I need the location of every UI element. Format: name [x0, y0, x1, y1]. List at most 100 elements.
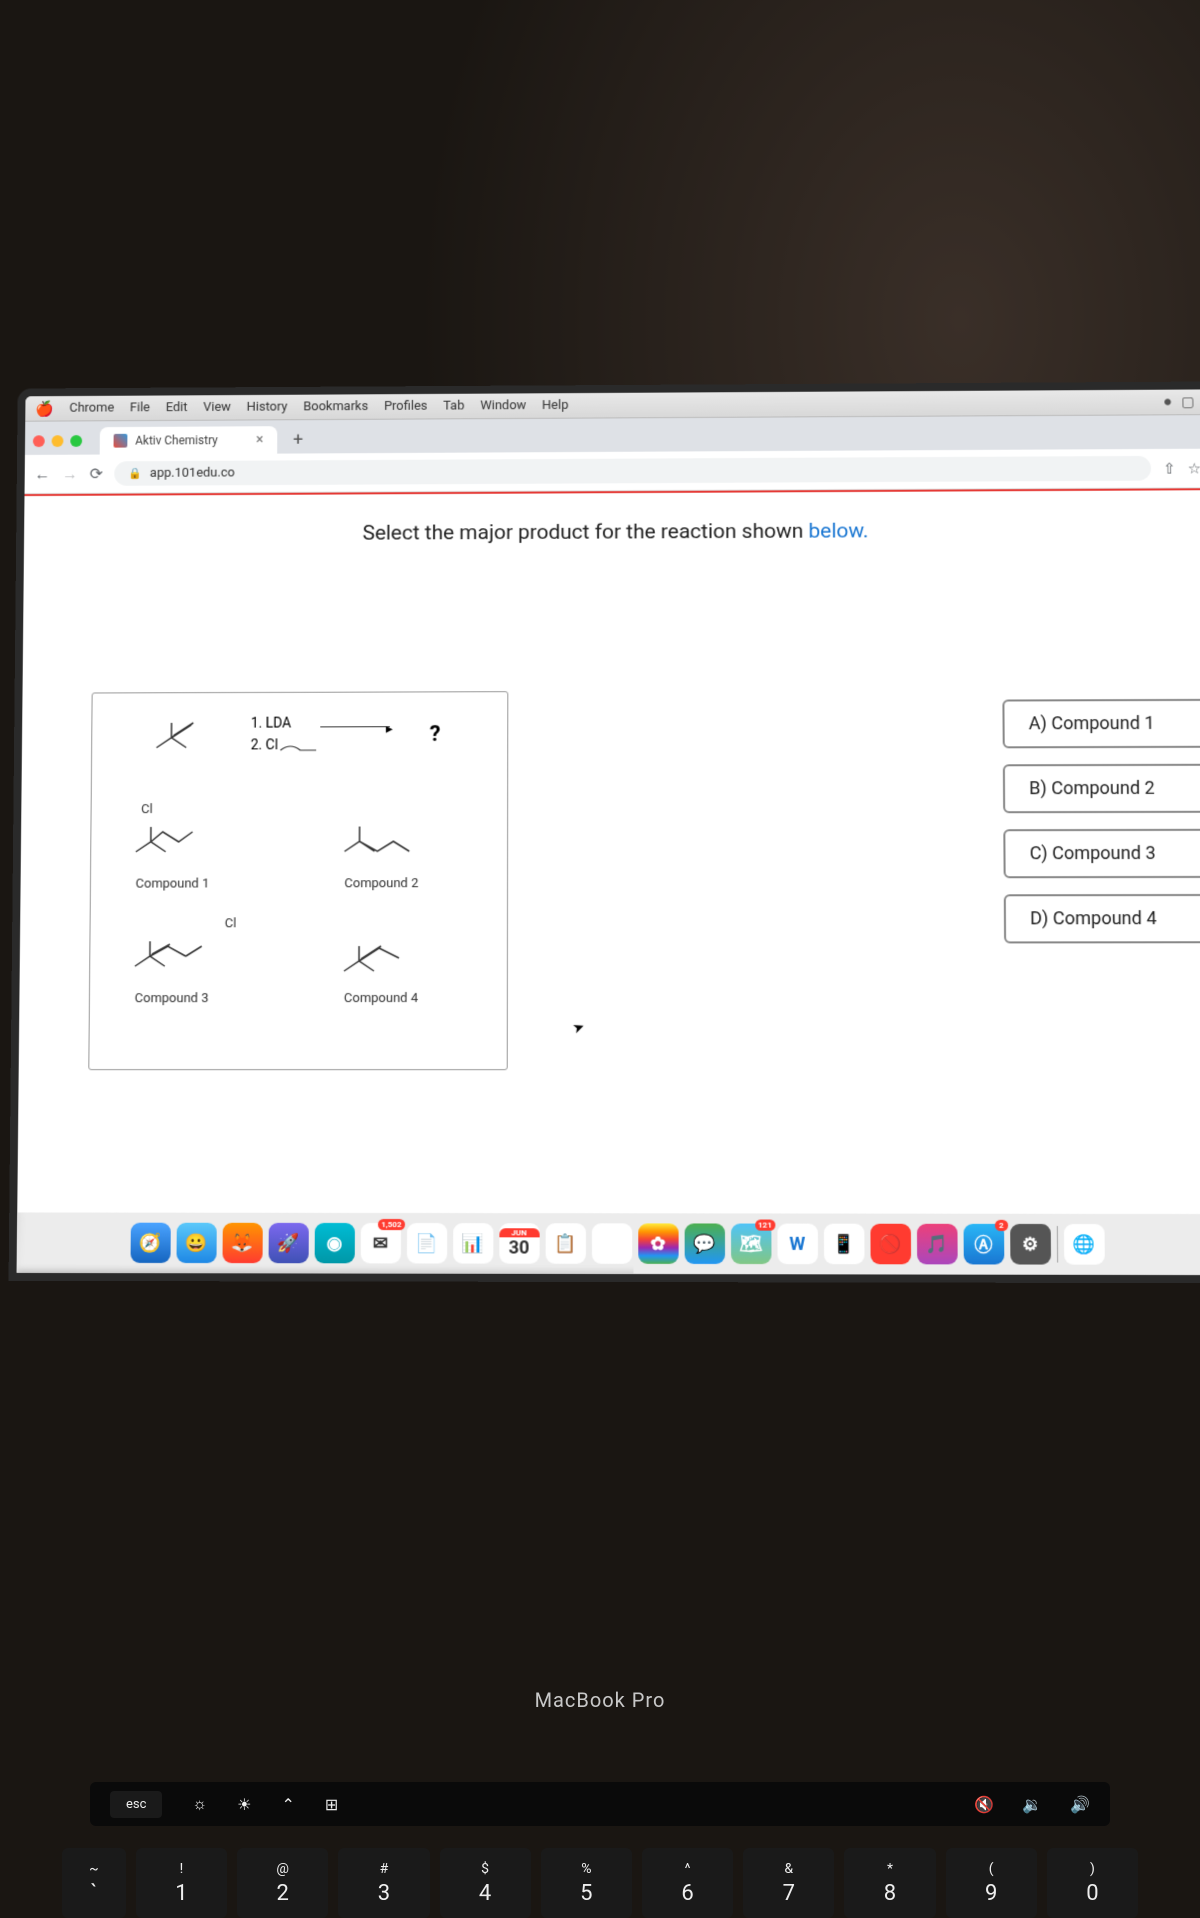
key-6[interactable]: ^6	[642, 1848, 733, 1918]
touch-bar[interactable]: esc ☼ ☀ ⌃ ⊞ 🔇 🔉 🔊	[90, 1782, 1110, 1826]
brightness-down-icon[interactable]: ☼	[192, 1794, 207, 1814]
compound-4-label: Compound 4	[344, 991, 418, 1006]
reagent-list: 1. LDA 2. Cl	[251, 712, 450, 757]
menu-chrome[interactable]: Chrome	[69, 401, 114, 416]
answer-a-button[interactable]: A) Compound 1	[1002, 699, 1200, 749]
screen: 🍎 Chrome File Edit View History Bookmark…	[17, 389, 1200, 1275]
dock-numbers-icon[interactable]: 📊	[453, 1223, 493, 1263]
dock-reminders-icon[interactable]: 📋	[545, 1223, 585, 1263]
screen-record-icon[interactable]: ⏺	[1164, 394, 1171, 410]
compound-3-label: Compound 3	[135, 991, 209, 1006]
dock-photos-icon[interactable]: ✿	[638, 1223, 678, 1264]
laptop: 🍎 Chrome File Edit View History Bookmark…	[0, 380, 1200, 1600]
dock-settings-icon[interactable]: ⚙	[1010, 1224, 1051, 1265]
compound-1-label: Compound 1	[136, 877, 210, 892]
dock-word-icon[interactable]: W	[777, 1224, 818, 1265]
back-button[interactable]: ←	[34, 464, 50, 484]
reaction-arrow-head: ▸	[386, 721, 393, 737]
menu-edit[interactable]: Edit	[166, 400, 188, 415]
macbook-pro-label: MacBook Pro	[0, 1688, 1200, 1712]
dock-siri-icon[interactable]: ◉	[314, 1223, 354, 1263]
product-placeholder: ?	[430, 722, 441, 747]
mouse-cursor-icon: ➤	[571, 1018, 588, 1037]
answer-c-button[interactable]: C) Compound 3	[1003, 829, 1200, 878]
question-link[interactable]: below.	[808, 520, 868, 544]
macos-dock[interactable]: 🧭 😀 🦊 🚀 ◉ ✉1,502 📄 📊 JUN30 📋 🖼 ✿ 💬 🗺121 …	[17, 1212, 1200, 1275]
key-3[interactable]: #3	[338, 1848, 429, 1918]
key-5[interactable]: %5	[541, 1848, 632, 1918]
browser-tab[interactable]: Aktiv Chemistry ×	[100, 426, 278, 454]
dock-safari-icon[interactable]: 🧭	[130, 1223, 170, 1263]
calendar-month: JUN	[499, 1228, 539, 1237]
menu-view[interactable]: View	[203, 400, 231, 415]
key-`[interactable]: ~`	[62, 1848, 126, 1918]
mission-control-icon[interactable]: ⌃	[281, 1795, 294, 1814]
window-controls[interactable]	[33, 435, 82, 447]
dock-chrome-icon[interactable]: 🌐	[1063, 1224, 1104, 1265]
key-8[interactable]: *8	[844, 1848, 935, 1918]
dock-maps-icon[interactable]: 🗺121	[731, 1224, 771, 1265]
close-window-icon[interactable]	[33, 435, 45, 447]
reaction-panel: 1. LDA 2. Cl ▸ ? Cl Compound 1 Compound …	[88, 691, 508, 1070]
number-row: ~`!1@2#3$4%5^6&7*8(9)0	[48, 1848, 1152, 1918]
key-9[interactable]: (9	[946, 1848, 1037, 1918]
dock-mail-icon[interactable]: ✉1,502	[360, 1223, 400, 1263]
lock-icon: 🔒	[128, 467, 142, 480]
minimize-window-icon[interactable]	[52, 435, 64, 447]
dock-1-icon[interactable]: 📱	[823, 1224, 864, 1265]
answer-choices: A) Compound 1 B) Compound 2 C) Compound …	[1002, 699, 1200, 944]
dock-textedit-icon[interactable]: 📄	[406, 1223, 446, 1263]
dock-messages-icon[interactable]: 💬	[684, 1223, 724, 1264]
dock-launchpad-icon[interactable]: 🚀	[268, 1223, 308, 1263]
menu-bookmarks[interactable]: Bookmarks	[303, 399, 368, 414]
cl-label-2: Cl	[225, 916, 237, 931]
menu-window[interactable]: Window	[480, 398, 526, 413]
key-4[interactable]: $4	[440, 1848, 531, 1918]
volume-down-icon[interactable]: 🔉	[1022, 1795, 1042, 1814]
dock-music-icon[interactable]: 🎵	[916, 1224, 957, 1265]
reagent-step1: 1. LDA	[251, 712, 450, 735]
touchbar-esc[interactable]: esc	[110, 1791, 162, 1818]
dock-preview-icon[interactable]: 🖼	[591, 1223, 631, 1264]
volume-up-icon[interactable]: 🔊	[1070, 1795, 1090, 1814]
key-1[interactable]: !1	[136, 1848, 227, 1918]
mail-badge: 1,502	[378, 1219, 404, 1230]
key-2[interactable]: @2	[237, 1848, 328, 1918]
tab-close-icon[interactable]: ×	[256, 432, 263, 448]
dock-2-icon[interactable]: 🚫	[870, 1224, 911, 1265]
forward-button[interactable]: →	[62, 464, 78, 484]
display-icon[interactable]: ▢	[1181, 394, 1194, 410]
reaction-arrow-line	[320, 726, 390, 727]
dock-firefox-icon[interactable]: 🦊	[222, 1223, 262, 1263]
address-bar[interactable]: 🔒 app.101edu.co	[115, 456, 1152, 486]
mute-icon[interactable]: 🔇	[974, 1795, 994, 1814]
launchpad-icon[interactable]: ⊞	[325, 1795, 338, 1814]
url-text: app.101edu.co	[150, 466, 235, 481]
answer-b-button[interactable]: B) Compound 2	[1003, 764, 1200, 813]
compound-2-structure	[330, 811, 420, 871]
key-0[interactable]: )0	[1047, 1848, 1138, 1918]
key-7[interactable]: &7	[743, 1848, 834, 1918]
menu-profiles[interactable]: Profiles	[384, 399, 427, 414]
store-badge: 2	[995, 1220, 1008, 1231]
menu-tab[interactable]: Tab	[443, 399, 464, 414]
compound-3-structure	[120, 921, 210, 981]
reload-button[interactable]: ⟳	[90, 464, 103, 483]
menu-file[interactable]: File	[130, 400, 150, 415]
maximize-window-icon[interactable]	[70, 435, 82, 447]
new-tab-button[interactable]: +	[285, 429, 311, 450]
share-icon[interactable]: ⇧	[1163, 459, 1176, 477]
screen-bezel: 🍎 Chrome File Edit View History Bookmark…	[9, 381, 1200, 1283]
apple-menu-icon[interactable]: 🍎	[35, 400, 54, 418]
menu-history[interactable]: History	[247, 400, 288, 415]
answer-d-button[interactable]: D) Compound 4	[1004, 894, 1200, 943]
dock-appstore-icon[interactable]: Ⓐ2	[963, 1224, 1004, 1265]
calendar-day: 30	[509, 1237, 530, 1258]
dock-calendar-icon[interactable]: JUN30	[499, 1223, 539, 1263]
bookmark-star-icon[interactable]: ☆	[1188, 459, 1200, 477]
brightness-up-icon[interactable]: ☀	[237, 1795, 251, 1814]
menubar-status: ⏺ ▢	[1164, 394, 1200, 410]
menu-help[interactable]: Help	[542, 398, 568, 413]
dock-finder-icon[interactable]: 😀	[176, 1223, 216, 1263]
maps-badge: 121	[755, 1220, 775, 1231]
